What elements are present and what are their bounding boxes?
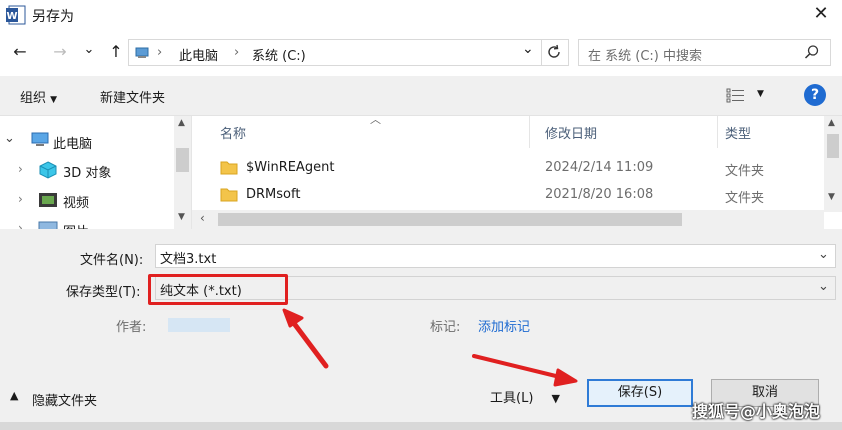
table-row[interactable]: $WinREAgent 2024/2/14 11:09 文件夹 [212,156,822,180]
author-value-blurred[interactable] [168,318,230,332]
file-date: 2021/8/20 16:08 [545,187,654,202]
svg-text:W: W [6,11,17,22]
chevron-down-icon[interactable]: ⌄ [818,247,829,262]
file-type: 文件夹 [725,164,765,179]
tags-label: 标记: [430,320,461,335]
title-bar [0,0,842,30]
navigation-pane: ▲ ▼ ⌄ 此电脑 › 3D 对象 › 视频 › 图片 [0,116,192,229]
close-button[interactable]: ✕ [808,2,834,28]
folder-icon [220,161,238,175]
up-arrow-icon[interactable]: ↑ [104,40,128,64]
chevron-up-icon[interactable]: ▲ [10,389,18,402]
table-row[interactable]: DRMsoft 2021/8/20 16:08 文件夹 [212,183,822,207]
refresh-icon[interactable] [545,43,563,61]
filename-input[interactable]: 文档3.txt ⌄ [155,244,836,268]
column-header-date[interactable]: 修改日期 [545,123,597,142]
hide-folders-button[interactable]: 隐藏文件夹 [32,390,97,409]
folder-icon [220,188,238,202]
sidebar-item-pictures[interactable]: 图片 [63,221,89,229]
file-list-horizontal-scrollbar[interactable]: ‹ [192,210,824,229]
filetype-label: 保存类型(T): [66,285,141,300]
tools-label: 工具(L) [490,391,534,406]
annotation-highlight-box [148,274,288,305]
sidebar-item-this-pc[interactable]: 此电脑 [53,133,92,152]
file-list-pane: ︿ 名称 修改日期 类型 $WinREAgent 2024/2/14 11:09… [192,116,842,229]
pictures-icon [38,221,58,229]
chevron-right-icon[interactable]: › [18,221,23,229]
column-header-name[interactable]: 名称 [220,123,246,142]
word-app-icon: W [6,5,26,25]
back-arrow-icon[interactable]: ← [8,40,32,64]
chevron-down-icon: ▼ [50,95,58,105]
chevron-right-icon[interactable]: › [18,162,23,176]
column-divider[interactable] [717,116,718,148]
drive-icon [135,47,149,58]
author-label: 作者: [116,320,147,335]
tools-menu-button[interactable]: 工具(L) ▼ [490,387,560,406]
video-icon [39,193,57,207]
organize-menu-button[interactable]: 组织 ▼ [20,87,57,106]
new-folder-button[interactable]: 新建文件夹 [100,87,165,106]
breadcrumb-chevron-icon: › [234,45,240,60]
view-dropdown-icon[interactable]: ▼ [757,89,764,99]
address-dropdown-icon[interactable]: ⌄ [522,41,534,57]
file-date: 2024/2/14 11:09 [545,160,654,175]
forward-arrow-icon[interactable]: → [48,40,72,64]
chevron-down-icon: ▼ [551,392,560,405]
breadcrumb-chevron-icon: › [157,45,163,60]
file-name: DRMsoft [246,187,301,202]
recent-locations-icon[interactable]: ⌄ [80,38,98,62]
organize-label: 组织 [20,91,47,106]
file-list-vertical-scrollbar[interactable]: ▲ ▼ [824,116,842,212]
column-divider[interactable] [529,116,530,148]
3d-objects-icon [39,161,57,179]
search-icon [804,45,819,59]
save-button[interactable]: 保存(S) [587,379,693,407]
filename-value: 文档3.txt [160,252,217,267]
filename-label: 文件名(N): [80,253,144,268]
watermark-text: 搜狐号@小奥泡泡 [692,402,821,421]
sidebar-item-video[interactable]: 视频 [63,192,89,211]
help-button[interactable]: ? [804,84,826,106]
sort-ascending-icon: ︿ [370,116,381,126]
nav-pane-scrollbar[interactable]: ▲ ▼ [174,116,191,229]
file-type: 文件夹 [725,191,765,206]
file-name: $WinREAgent [246,160,335,175]
add-tags-link[interactable]: 添加标记 [478,316,530,335]
column-header-type[interactable]: 类型 [725,123,751,142]
view-options-icon[interactable] [726,86,746,104]
divider [541,40,542,65]
expand-chevron-icon[interactable]: ⌄ [4,131,15,146]
chevron-right-icon[interactable]: › [18,192,23,206]
chevron-down-icon[interactable]: ⌄ [818,279,829,294]
background-strip [0,422,842,430]
search-placeholder: 在 系统 (C:) 中搜索 [588,49,702,64]
computer-icon [31,132,49,146]
sidebar-item-3d-objects[interactable]: 3D 对象 [63,162,111,181]
window-title: 另存为 [32,9,74,25]
breadcrumb-item-drive-c[interactable]: 系统 (C:) [252,45,306,64]
breadcrumb-item-this-pc[interactable]: 此电脑 [179,45,218,64]
